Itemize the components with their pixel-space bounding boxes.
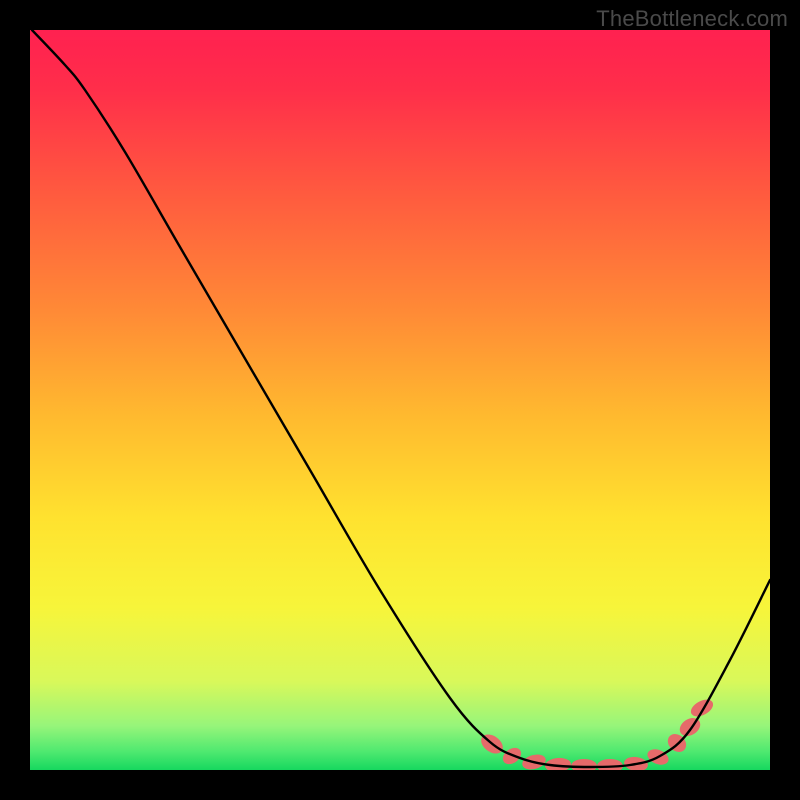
plot-area bbox=[30, 30, 770, 770]
chart-svg bbox=[30, 30, 770, 770]
chart-stage: TheBottleneck.com bbox=[0, 0, 800, 800]
gradient-background bbox=[30, 30, 770, 770]
attribution-label: TheBottleneck.com bbox=[596, 6, 788, 32]
